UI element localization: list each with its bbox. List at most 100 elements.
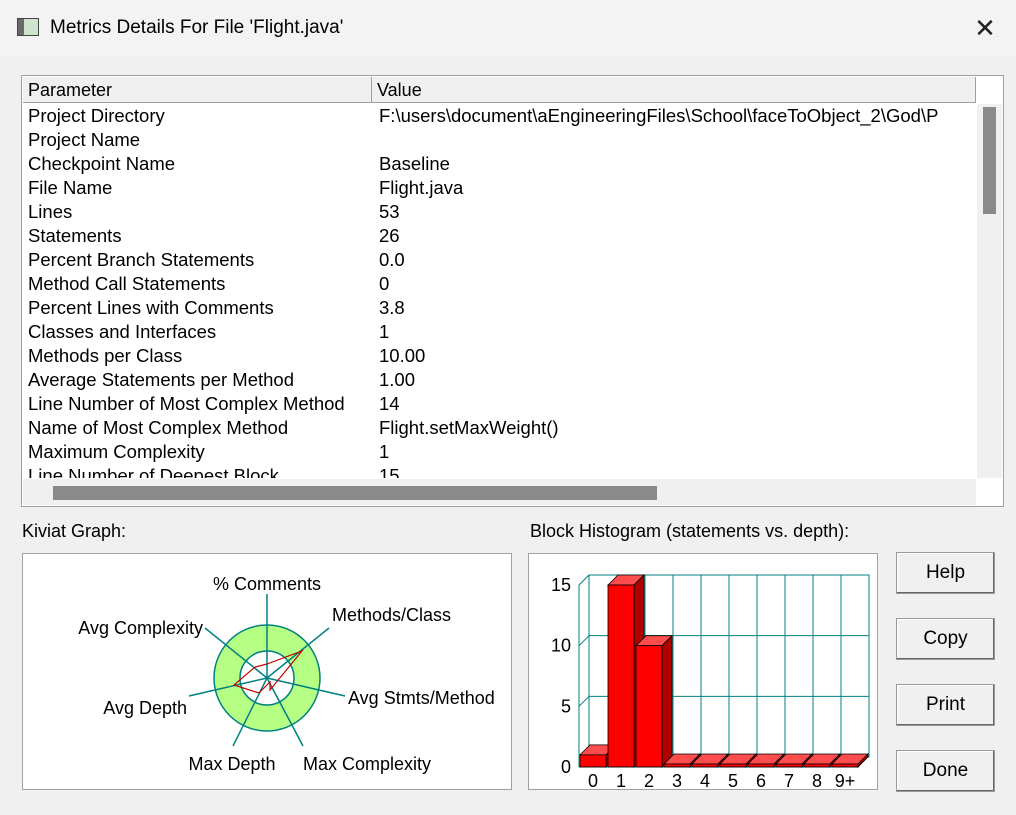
table-row[interactable]: Method Call Statements 0: [23, 272, 976, 296]
app-icon: [17, 18, 39, 36]
parameter-cell: Name of Most Complex Method: [28, 417, 289, 438]
parameter-cell: Line Number of Most Complex Method: [28, 393, 345, 414]
value-cell: 1.00: [379, 369, 416, 390]
x-tick-label: 7: [784, 771, 794, 789]
table-header: Parameter Value: [23, 77, 976, 103]
x-tick-label: 5: [728, 771, 738, 789]
table-row[interactable]: Line Number of Deepest Block 15: [23, 464, 976, 478]
table-row[interactable]: Line Number of Most Complex Method 14: [23, 392, 976, 416]
histogram-bar: [663, 763, 691, 768]
y-tick-label: 15: [551, 575, 571, 595]
value-cell: 0: [379, 273, 390, 294]
histogram-bar: [719, 763, 747, 768]
histogram-bar: [831, 763, 859, 768]
parameter-cell: Project Name: [28, 129, 141, 150]
x-tick-label: 8: [812, 771, 822, 789]
value-cell: 0.0: [379, 249, 405, 270]
x-tick-label: 2: [644, 771, 654, 789]
x-tick-label: 0: [588, 771, 598, 789]
table-row[interactable]: Lines 53: [23, 200, 976, 224]
axis-label-avg-stmts: Avg Stmts/Method: [348, 688, 495, 708]
table-row[interactable]: Methods per Class 10.00: [23, 344, 976, 368]
table-row[interactable]: Classes and Interfaces 1: [23, 320, 976, 344]
table-row[interactable]: Name of Most Complex Method Flight.setMax…: [23, 416, 976, 440]
table-row[interactable]: Average Statements per Method 1.00: [23, 368, 976, 392]
x-tick-label: 9+: [835, 771, 856, 789]
x-tick-label: 6: [756, 771, 766, 789]
horizontal-scroll-thumb[interactable]: [53, 486, 657, 500]
value-cell: 1: [379, 321, 390, 342]
parameter-cell: Maximum Complexity: [28, 441, 205, 462]
parameter-cell: Project Directory: [28, 105, 165, 126]
table-row[interactable]: Project Name: [23, 128, 976, 152]
axis-label-methods-class: Methods/Class: [332, 605, 451, 625]
value-cell: Flight.setMaxWeight(): [379, 417, 559, 438]
help-button[interactable]: Help: [896, 552, 995, 594]
value-cell: 26: [379, 225, 400, 246]
x-tick-label: 3: [672, 771, 682, 789]
histogram-grid-diagonal: [578, 635, 590, 647]
table-row[interactable]: File Name Flight.java: [23, 176, 976, 200]
value-cell: Flight.java: [379, 177, 464, 198]
value-cell: 14: [379, 393, 400, 414]
value-cell: 53: [379, 201, 400, 222]
column-header-value[interactable]: Value: [372, 77, 976, 102]
parameter-cell: Percent Branch Statements: [28, 249, 255, 270]
kiviat-graph: % Comments Methods/Class Avg Stmts/Metho…: [78, 574, 495, 774]
histogram-bar: [579, 754, 607, 768]
parameter-cell: Checkpoint Name: [28, 153, 176, 174]
value-cell: F:\users\document\aEngineeringFiles\Scho…: [379, 105, 939, 126]
parameter-cell: Lines: [28, 201, 73, 222]
table-row[interactable]: Project Directory F:\users\document\aEngi…: [23, 104, 976, 128]
parameter-cell: Percent Lines with Comments: [28, 297, 274, 318]
column-header-parameter[interactable]: Parameter: [23, 77, 372, 102]
table-row[interactable]: Statements 26: [23, 224, 976, 248]
histogram-panel: 0 5 10 15 0 1 2 3 4 5 6 7 8 9+: [528, 553, 878, 791]
parameter-cell: Statements: [28, 225, 122, 246]
parameter-cell: Methods per Class: [28, 345, 183, 366]
block-histogram: 0510150 1 2 3 4 5 6 7 8 9+: [551, 574, 870, 791]
parameter-cell: Average Statements per Method: [28, 369, 295, 390]
x-tick-label: 4: [700, 771, 710, 789]
y-tick-label: 5: [561, 696, 571, 716]
print-button[interactable]: Print: [896, 684, 995, 726]
y-tick-label: 10: [551, 636, 571, 656]
histogram-label: Block Histogram (statements vs. depth):: [530, 521, 850, 541]
histogram-bar: [803, 763, 831, 768]
value-cell: 3.8: [379, 297, 405, 318]
table-row[interactable]: Percent Branch Statements 0.0: [23, 248, 976, 272]
value-cell: 10.00: [379, 345, 426, 366]
done-button[interactable]: Done: [896, 750, 995, 792]
window-title: Metrics Details For File 'Flight.java': [50, 17, 344, 38]
parameter-cell: Line Number of Deepest Block: [28, 465, 279, 478]
kiviat-panel: % Comments Methods/Class Avg Stmts/Metho…: [22, 553, 512, 790]
histogram-bar: [691, 763, 719, 768]
histogram-bar-side: [661, 634, 673, 768]
histogram-bar: [607, 584, 635, 768]
value-cell: 15: [379, 465, 400, 478]
vertical-scroll-thumb[interactable]: [983, 107, 996, 214]
axis-label-comments: % Comments: [213, 574, 321, 594]
parameter-cell: Method Call Statements: [28, 273, 226, 294]
axis-label-max-complexity: Max Complexity: [303, 754, 431, 774]
value-cell: Baseline: [379, 153, 450, 174]
copy-button[interactable]: Copy: [896, 618, 995, 660]
table-body: Project Directory F:\users\document\aEngi…: [23, 104, 976, 478]
histogram-bar: [775, 763, 803, 768]
histogram-bar: [747, 763, 775, 768]
table-row[interactable]: Checkpoint Name Baseline: [23, 152, 976, 176]
axis-label-max-depth: Max Depth: [188, 754, 275, 774]
value-cell: 1: [379, 441, 390, 462]
title-bar: Metrics Details For File 'Flight.java' ✕: [0, 0, 1016, 56]
parameter-cell: File Name: [28, 177, 113, 198]
table-row[interactable]: Percent Lines with Comments 3.8: [23, 296, 976, 320]
close-button[interactable]: ✕: [970, 14, 1000, 44]
histogram-bar: [635, 645, 663, 768]
axis-label-avg-complexity: Avg Complexity: [78, 618, 203, 638]
y-tick-label: 0: [561, 757, 571, 777]
kiviat-label: Kiviat Graph:: [22, 521, 127, 541]
axis-label-avg-depth: Avg Depth: [103, 698, 187, 718]
histogram-grid-diagonal: [578, 695, 590, 707]
table-row[interactable]: Maximum Complexity 1: [23, 440, 976, 464]
x-tick-label: 1: [616, 771, 626, 789]
